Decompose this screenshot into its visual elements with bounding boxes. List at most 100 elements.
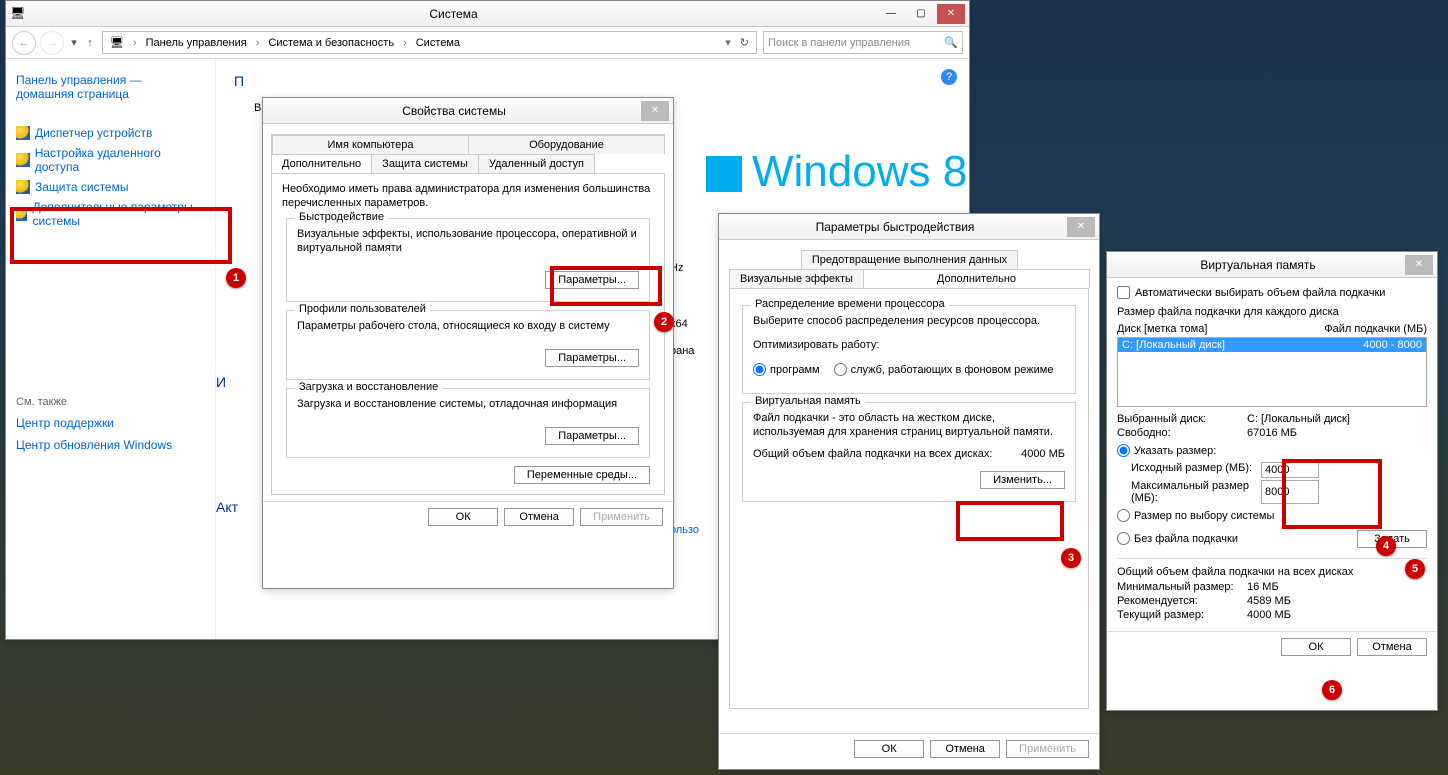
text: Текущий размер: <box>1117 609 1247 621</box>
text: Максимальный размер (МБ): <box>1131 480 1261 504</box>
tab-visual-effects[interactable]: Визуальные эффекты <box>729 269 864 288</box>
text: Свободно: <box>1117 427 1247 439</box>
text: Общий объем файла подкачки на всех диска… <box>753 447 1021 461</box>
change-button[interactable]: Изменить... <box>980 471 1065 489</box>
performance-settings-button[interactable]: Параметры... <box>545 271 639 289</box>
sidebar-item-protection[interactable]: Защита системы <box>16 177 205 197</box>
radio-system-size[interactable]: Размер по выбору системы <box>1117 509 1427 522</box>
shield-icon <box>16 180 30 194</box>
breadcrumb-item[interactable]: Панель управления <box>146 37 247 49</box>
text: Рекомендуется: <box>1117 595 1247 607</box>
maximize-button[interactable]: ▢ <box>907 4 935 24</box>
annotation-badge-5: 5 <box>1405 559 1425 579</box>
tab-remote[interactable]: Удаленный доступ <box>478 154 595 173</box>
text: 4589 МБ <box>1247 595 1291 607</box>
annotation-badge-1: 1 <box>226 268 246 288</box>
search-input[interactable]: Поиск в панели управления 🔍 <box>763 31 963 54</box>
sidebar-item-device-manager[interactable]: Диспетчер устройств <box>16 123 205 143</box>
radio-custom-size[interactable]: Указать размер: <box>1117 444 1427 457</box>
sidebar-item-remote[interactable]: Настройка удаленного доступа <box>16 143 205 177</box>
cancel-button[interactable]: Отмена <box>1357 638 1427 656</box>
tab-advanced[interactable]: Дополнительно <box>863 269 1090 288</box>
text: Общий объем файла подкачки на всех диска… <box>1117 565 1427 579</box>
cancel-button[interactable]: Отмена <box>930 740 1000 758</box>
tab-computer-name[interactable]: Имя компьютера <box>272 135 469 154</box>
text: Выберите способ распределения ресурсов п… <box>753 314 1065 328</box>
windows-logo: Windows 8 <box>706 147 967 197</box>
system-title: Система <box>30 7 877 21</box>
tab-protection[interactable]: Защита системы <box>371 154 479 173</box>
address-dropdown-icon[interactable]: ▾ <box>725 36 731 49</box>
auto-manage-checkbox[interactable]: Автоматически выбирать объем файла подка… <box>1117 286 1427 299</box>
profiles-settings-button[interactable]: Параметры... <box>545 349 639 367</box>
dialog-title: Свойства системы <box>267 104 641 118</box>
close-button[interactable]: ✕ <box>641 101 669 121</box>
see-also-update[interactable]: Центр обновления Windows <box>16 438 205 452</box>
apply-button[interactable]: Применить <box>1006 740 1089 758</box>
sidebar-item-advanced[interactable]: Дополнительные параметры системы <box>16 197 205 236</box>
close-button[interactable]: ✕ <box>1067 217 1095 237</box>
text: Акт <box>216 499 238 515</box>
env-vars-button[interactable]: Переменные среды... <box>514 466 650 484</box>
close-button[interactable]: ✕ <box>1405 255 1433 275</box>
shield-icon <box>16 207 27 221</box>
text: Визуальные эффекты, использование процес… <box>297 227 639 255</box>
refresh-icon[interactable]: ↻ <box>740 36 749 49</box>
help-icon[interactable]: ? <box>941 69 957 85</box>
tab-advanced[interactable]: Дополнительно <box>271 154 372 173</box>
text: Исходный размер (МБ): <box>1131 462 1261 478</box>
text: 4000 МБ <box>1247 609 1291 621</box>
text: Параметры рабочего стола, относящиеся ко… <box>297 319 639 333</box>
startup-settings-button[interactable]: Параметры... <box>545 427 639 445</box>
dialog-title: Параметры быстродействия <box>723 220 1067 234</box>
group-legend: Распределение времени процессора <box>751 298 949 310</box>
ok-button[interactable]: ОК <box>1281 638 1351 656</box>
system-icon: 🖥 <box>110 36 124 49</box>
breadcrumb-item[interactable]: Система и безопасность <box>268 37 394 49</box>
group-legend: Виртуальная память <box>751 395 865 407</box>
close-button[interactable]: ✕ <box>937 4 965 24</box>
drive-listbox[interactable]: C: [Локальный диск] 4000 - 8000 <box>1117 337 1427 407</box>
search-icon: 🔍 <box>944 36 958 49</box>
initial-size-input[interactable] <box>1261 462 1319 478</box>
minimize-button[interactable]: — <box>877 4 905 24</box>
ok-button[interactable]: ОК <box>854 740 924 758</box>
see-also-label: См. также <box>16 396 205 408</box>
text: 67016 МБ <box>1247 427 1297 439</box>
text: Размер файла подкачки для каждого диска <box>1117 305 1427 319</box>
up-button[interactable]: ↑ <box>84 37 96 49</box>
radio-programs[interactable]: программ <box>753 363 820 376</box>
apply-button[interactable]: Применить <box>580 508 663 526</box>
tab-hardware[interactable]: Оборудование <box>468 135 665 154</box>
list-item[interactable]: C: [Локальный диск] 4000 - 8000 <box>1118 338 1426 352</box>
forward-button[interactable]: → <box>40 31 64 55</box>
search-placeholder: Поиск в панели управления <box>768 37 910 49</box>
breadcrumb-item[interactable]: Система <box>416 37 460 49</box>
shield-icon <box>16 126 30 140</box>
radio-no-pagefile[interactable]: Без файла подкачки <box>1117 532 1357 545</box>
column-header: Файл подкачки (МБ) <box>1324 323 1427 335</box>
shield-icon <box>16 153 30 167</box>
sidebar-home-link[interactable]: Панель управления — домашняя страница <box>16 73 205 101</box>
back-button[interactable]: ← <box>12 31 36 55</box>
annotation-badge-3: 3 <box>1061 548 1081 568</box>
tab-dep[interactable]: Предотвращение выполнения данных <box>801 250 1018 269</box>
text: Выбранный диск: <box>1117 413 1247 425</box>
text: 16 МБ <box>1247 581 1279 593</box>
text: Загрузка и восстановление системы, отлад… <box>297 397 639 411</box>
text: 4000 МБ <box>1021 447 1065 461</box>
radio-services[interactable]: служб, работающих в фоновом режиме <box>834 363 1054 376</box>
performance-options-dialog: Параметры быстродействия ✕ Предотвращени… <box>718 213 1100 770</box>
see-also-support[interactable]: Центр поддержки <box>16 416 205 430</box>
cancel-button[interactable]: Отмена <box>504 508 574 526</box>
breadcrumb[interactable]: 🖥 Панель управления Система и безопаснос… <box>102 31 757 54</box>
column-header: Диск [метка тома] <box>1117 323 1324 335</box>
ok-button[interactable]: ОК <box>428 508 498 526</box>
dialog-title: Виртуальная память <box>1111 258 1405 272</box>
group-legend: Профили пользователей <box>295 303 430 315</box>
annotation-badge-2: 2 <box>654 312 674 332</box>
virtual-memory-dialog: Виртуальная память ✕ Автоматически выбир… <box>1106 251 1438 711</box>
text: C: [Локальный диск] <box>1247 413 1350 425</box>
max-size-input[interactable] <box>1261 480 1319 504</box>
history-dropdown[interactable]: ▾ <box>68 36 80 49</box>
